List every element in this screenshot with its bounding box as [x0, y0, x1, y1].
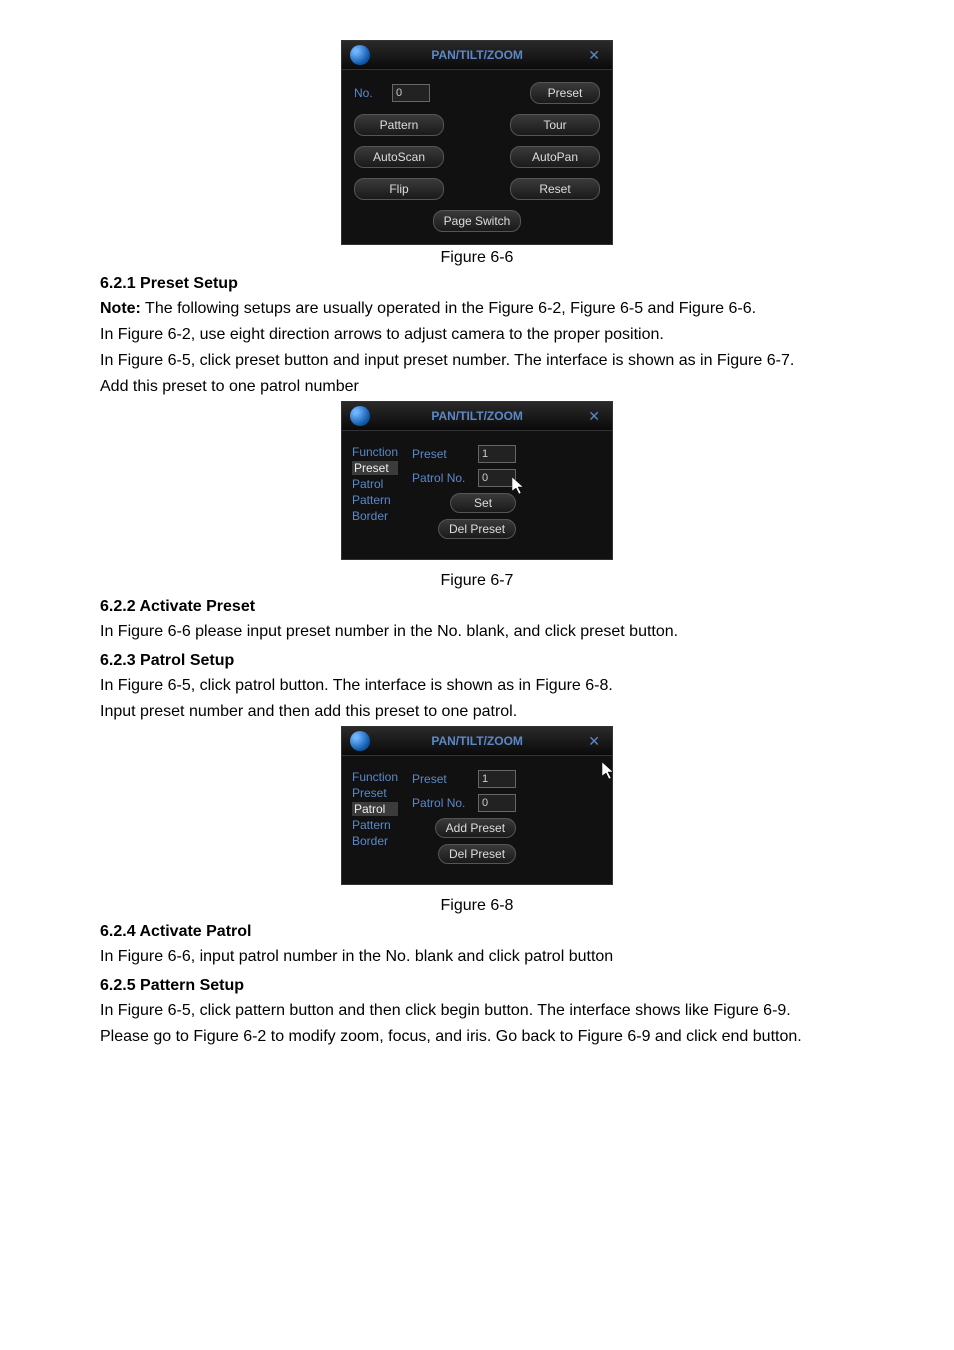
panel-ptz-3: PAN/TILT/ZOOM ✕ Function Preset Patrol P…	[341, 726, 613, 885]
patrol-input[interactable]	[478, 469, 516, 487]
panel-header: PAN/TILT/ZOOM ✕	[342, 41, 612, 70]
flip-button[interactable]: Flip	[354, 178, 444, 200]
preset-input[interactable]	[478, 770, 516, 788]
preset-input[interactable]	[478, 445, 516, 463]
page-switch-button[interactable]: Page Switch	[433, 210, 522, 232]
patrol-label: Patrol No.	[412, 471, 472, 485]
list-item[interactable]: Preset	[352, 786, 398, 800]
patrol-label: Patrol No.	[412, 796, 472, 810]
paragraph: Add this preset to one patrol number	[100, 375, 854, 399]
paragraph: In Figure 6-6, input patrol number in th…	[100, 945, 854, 969]
heading-623: 6.2.3 Patrol Setup	[100, 652, 854, 670]
panel-body: No. Preset Pattern Tour AutoScan AutoPan…	[342, 70, 612, 244]
panel-ptz-1: PAN/TILT/ZOOM ✕ No. Preset Pattern Tour …	[341, 40, 613, 245]
panel-title: PAN/TILT/ZOOM	[370, 48, 584, 62]
set-button[interactable]: Set	[450, 493, 516, 513]
close-icon[interactable]: ✕	[584, 733, 604, 750]
panel-title: PAN/TILT/ZOOM	[370, 734, 584, 748]
add-preset-button[interactable]: Add Preset	[435, 818, 516, 838]
paragraph: Note: The following setups are usually o…	[100, 297, 854, 321]
list-item[interactable]: Patrol	[352, 802, 398, 816]
list-item[interactable]: Pattern	[352, 818, 398, 832]
tour-button[interactable]: Tour	[510, 114, 600, 136]
function-right: Preset Patrol No. Set Del Preset	[412, 445, 516, 539]
function-label: Function	[352, 770, 398, 784]
panel-body: Function Preset Patrol Pattern Border Pr…	[342, 756, 612, 884]
list-item[interactable]: Patrol	[352, 477, 398, 491]
patrol-input[interactable]	[478, 794, 516, 812]
reset-button[interactable]: Reset	[510, 178, 600, 200]
logo-icon	[350, 45, 370, 65]
paragraph: In Figure 6-5, click patrol button. The …	[100, 674, 854, 698]
function-list: Function Preset Patrol Pattern Border	[352, 770, 398, 864]
function-label: Function	[352, 445, 398, 459]
preset-button[interactable]: Preset	[530, 82, 600, 104]
note-text: The following setups are usually operate…	[141, 300, 756, 317]
autopan-button[interactable]: AutoPan	[510, 146, 600, 168]
pattern-button[interactable]: Pattern	[354, 114, 444, 136]
logo-icon	[350, 731, 370, 751]
heading-625: 6.2.5 Pattern Setup	[100, 977, 854, 995]
figure-caption-6-6: Figure 6-6	[100, 249, 854, 267]
preset-label: Preset	[412, 447, 472, 461]
paragraph: Input preset number and then add this pr…	[100, 700, 854, 724]
paragraph: In Figure 6-5, click preset button and i…	[100, 349, 854, 373]
panel-header: PAN/TILT/ZOOM ✕	[342, 402, 612, 431]
close-icon[interactable]: ✕	[584, 408, 604, 425]
del-preset-button[interactable]: Del Preset	[438, 519, 516, 539]
del-preset-button[interactable]: Del Preset	[438, 844, 516, 864]
note-label: Note:	[100, 300, 141, 317]
list-item[interactable]: Border	[352, 509, 398, 523]
no-label: No.	[354, 86, 382, 100]
list-item[interactable]: Pattern	[352, 493, 398, 507]
autoscan-button[interactable]: AutoScan	[354, 146, 444, 168]
paragraph: Please go to Figure 6-2 to modify zoom, …	[100, 1025, 854, 1049]
preset-label: Preset	[412, 772, 472, 786]
heading-621: 6.2.1 Preset Setup	[100, 275, 854, 293]
paragraph: In Figure 6-6 please input preset number…	[100, 620, 854, 644]
function-list: Function Preset Patrol Pattern Border	[352, 445, 398, 539]
panel-header: PAN/TILT/ZOOM ✕	[342, 727, 612, 756]
heading-624: 6.2.4 Activate Patrol	[100, 923, 854, 941]
list-item[interactable]: Border	[352, 834, 398, 848]
panel-title: PAN/TILT/ZOOM	[370, 409, 584, 423]
heading-622: 6.2.2 Activate Preset	[100, 598, 854, 616]
panel-body: Function Preset Patrol Pattern Border Pr…	[342, 431, 612, 559]
paragraph: In Figure 6-2, use eight direction arrow…	[100, 323, 854, 347]
list-item[interactable]: Preset	[352, 461, 398, 475]
no-input[interactable]	[392, 84, 430, 102]
logo-icon	[350, 406, 370, 426]
figure-caption-6-7: Figure 6-7	[100, 572, 854, 590]
paragraph: In Figure 6-5, click pattern button and …	[100, 999, 854, 1023]
function-right: Preset Patrol No. Add Preset Del Preset	[412, 770, 516, 864]
panel-ptz-2: PAN/TILT/ZOOM ✕ Function Preset Patrol P…	[341, 401, 613, 560]
figure-caption-6-8: Figure 6-8	[100, 897, 854, 915]
close-icon[interactable]: ✕	[584, 47, 604, 64]
